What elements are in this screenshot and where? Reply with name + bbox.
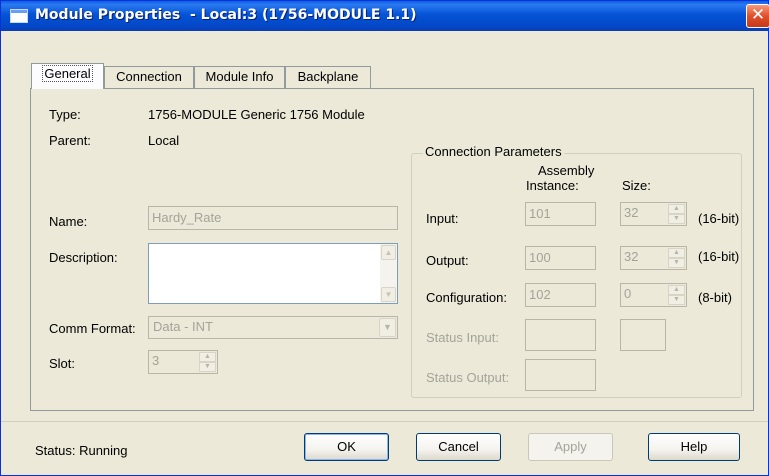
tab-connection[interactable]: Connection bbox=[104, 66, 194, 88]
spin-down-icon[interactable]: ▼ bbox=[668, 295, 685, 305]
comm-format-label: Comm Format: bbox=[49, 321, 136, 336]
bottom-divider bbox=[1, 421, 768, 422]
status-input-label: Status Input: bbox=[426, 330, 499, 345]
configuration-label: Configuration: bbox=[426, 290, 507, 305]
comm-format-select[interactable]: Data - INT ▼ bbox=[148, 316, 398, 339]
spin-down-icon[interactable]: ▼ bbox=[668, 214, 685, 224]
slot-value: 3 bbox=[152, 353, 160, 368]
input-label: Input: bbox=[426, 211, 459, 226]
scroll-down-icon[interactable]: ▼ bbox=[381, 287, 396, 302]
output-instance-field[interactable]: 100 bbox=[525, 246, 596, 270]
spin-down-icon[interactable]: ▼ bbox=[199, 362, 216, 372]
configuration-instance-field[interactable]: 102 bbox=[525, 283, 596, 307]
parent-label: Parent: bbox=[49, 133, 91, 148]
configuration-size-value: 0 bbox=[624, 286, 632, 301]
input-size-spinner[interactable]: 32 ▲ ▼ bbox=[620, 202, 687, 226]
input-size-unit: (16-bit) bbox=[698, 211, 740, 226]
parent-value: Local bbox=[148, 133, 180, 148]
name-field[interactable]: Hardy_Rate bbox=[148, 206, 398, 230]
description-label: Description: bbox=[49, 250, 118, 265]
name-label: Name: bbox=[49, 214, 88, 229]
help-button[interactable]: Help bbox=[648, 433, 740, 461]
ok-button[interactable]: OK bbox=[304, 433, 389, 461]
connection-parameters-title: Connection Parameters bbox=[423, 144, 564, 159]
output-size-unit: (16-bit) bbox=[698, 249, 740, 264]
title-bar[interactable]: Module Properties - Local:3 (1756-MODULE… bbox=[1, 1, 769, 31]
input-instance-field[interactable]: 101 bbox=[525, 202, 596, 226]
spin-up-icon[interactable]: ▲ bbox=[668, 248, 685, 258]
tab-general-label: General bbox=[42, 65, 93, 82]
output-label: Output: bbox=[426, 253, 469, 268]
window-icon bbox=[10, 9, 28, 23]
status-input-size-field[interactable] bbox=[620, 319, 666, 351]
output-size-value: 32 bbox=[624, 249, 639, 264]
close-button[interactable]: ✕ bbox=[746, 4, 769, 28]
input-size-value: 32 bbox=[624, 205, 639, 220]
spin-up-icon[interactable]: ▲ bbox=[668, 285, 685, 295]
chevron-down-icon[interactable]: ▼ bbox=[379, 318, 396, 337]
output-size-spinner[interactable]: 32 ▲ ▼ bbox=[620, 246, 687, 270]
status-output-label: Status Output: bbox=[426, 370, 510, 385]
module-properties-dialog: Module Properties - Local:3 (1756-MODULE… bbox=[0, 0, 769, 476]
slot-spinner[interactable]: 3 ▲ ▼ bbox=[148, 350, 218, 374]
type-label: Type: bbox=[49, 107, 81, 122]
status-output-instance-field[interactable] bbox=[525, 359, 596, 391]
description-scrollbar[interactable]: ▲ ▼ bbox=[380, 244, 397, 303]
window-title: Module Properties - Local:3 (1756-MODULE… bbox=[35, 7, 417, 23]
spin-up-icon[interactable]: ▲ bbox=[668, 204, 685, 214]
configuration-size-unit: (8-bit) bbox=[698, 290, 732, 305]
description-textarea[interactable]: ▲ ▼ bbox=[148, 243, 398, 304]
tab-backplane[interactable]: Backplane bbox=[285, 66, 371, 88]
apply-button[interactable]: Apply bbox=[528, 433, 613, 461]
tab-general[interactable]: General bbox=[31, 63, 104, 89]
col-assembly-header: Assembly bbox=[538, 163, 595, 178]
scroll-up-icon[interactable]: ▲ bbox=[381, 245, 396, 260]
col-size-header: Size: bbox=[622, 178, 651, 193]
col-instance-header: Instance: bbox=[526, 178, 579, 193]
spin-up-icon[interactable]: ▲ bbox=[199, 352, 216, 362]
status-input-instance-field[interactable] bbox=[525, 319, 596, 351]
type-value: 1756-MODULE Generic 1756 Module bbox=[148, 107, 365, 122]
cancel-button[interactable]: Cancel bbox=[416, 433, 501, 461]
slot-label: Slot: bbox=[49, 356, 76, 371]
status-text: Status: Running bbox=[35, 443, 128, 458]
configuration-size-spinner[interactable]: 0 ▲ ▼ bbox=[620, 283, 687, 307]
spin-down-icon[interactable]: ▼ bbox=[668, 258, 685, 268]
comm-format-value: Data - INT bbox=[153, 319, 213, 334]
tab-module-info[interactable]: Module Info bbox=[194, 66, 285, 88]
